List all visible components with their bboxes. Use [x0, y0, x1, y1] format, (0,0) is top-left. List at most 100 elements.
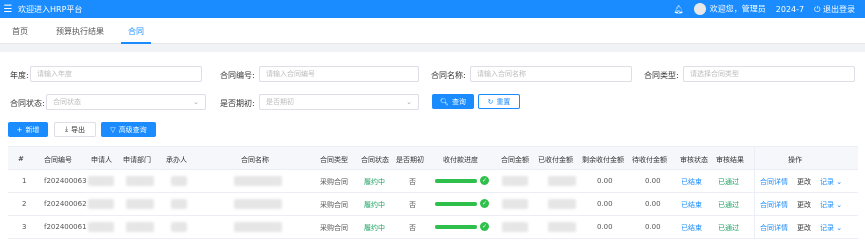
col-applicant: 申请人: [91, 156, 112, 164]
row-contract-no: f202400062: [44, 200, 87, 208]
col-contract-no: 合同编号: [44, 156, 72, 164]
redacted-paid: [548, 176, 576, 186]
row-contract-status: 履约中: [364, 201, 385, 209]
contract-detail-link[interactable]: 合同详情: [760, 223, 788, 233]
redacted-amount: [502, 199, 528, 209]
row-index: 2: [22, 200, 27, 208]
table-row: 2 f202400062 采购合同 履约中 否 ✓ 0.00 0.00 已结束 …: [8, 193, 858, 216]
add-button[interactable]: + 新增: [8, 122, 48, 137]
col-handler: 承办人: [166, 156, 187, 164]
row-contract-type: 采购合同: [320, 224, 348, 232]
avatar: [693, 3, 706, 15]
edit-link[interactable]: 更改: [797, 223, 811, 233]
row-pending: 0.00: [645, 200, 661, 208]
reset-label: 重置: [496, 97, 511, 106]
contract-type-select[interactable]: 请选择合同类型: [683, 66, 855, 82]
bell-icon[interactable]: 🔔︎: [674, 5, 684, 14]
is-initial-placeholder: 是否期初: [266, 98, 294, 106]
search-button[interactable]: 🔍︎ 查询: [432, 94, 474, 109]
progress-fill: [435, 202, 477, 206]
row-audit-result: 已通过: [718, 201, 739, 209]
export-label: 导出: [71, 125, 86, 134]
menu-icon[interactable]: ☰: [0, 4, 16, 15]
row-is-initial: 否: [409, 224, 416, 232]
column-divider: [754, 193, 755, 215]
row-audit-status: 已结束: [681, 201, 702, 209]
col-paid: 已收付金额: [538, 156, 573, 164]
tab-contract[interactable]: 合同: [128, 26, 144, 37]
edit-link[interactable]: 更改: [797, 200, 811, 210]
redacted-applicant: [88, 199, 114, 209]
contract-detail-link[interactable]: 合同详情: [760, 200, 788, 210]
refresh-icon: ↻: [487, 97, 494, 106]
reset-button[interactable]: ↻ 重置: [478, 94, 520, 109]
check-circle-icon: ✓: [480, 199, 489, 208]
column-divider: [754, 147, 755, 169]
col-department: 申请部门: [123, 156, 151, 164]
column-divider: [754, 170, 755, 192]
edit-link[interactable]: 更改: [797, 177, 811, 187]
redacted-paid: [548, 222, 576, 232]
row-audit-result: 已通过: [718, 224, 739, 232]
records-dropdown[interactable]: 记录 ⌄: [820, 177, 842, 187]
top-bar: ☰ 欢迎进入HRP平台 🔔︎ 欢迎您，管理员 2024-7 ⏻ 退出登录: [0, 0, 865, 18]
user-info[interactable]: 欢迎您，管理员: [693, 3, 766, 15]
row-remaining: 0.00: [597, 200, 613, 208]
redacted-department: [126, 176, 154, 186]
search-icon: 🔍︎: [440, 97, 449, 106]
contract-no-input[interactable]: 请输入合同编号: [259, 66, 419, 82]
redacted-paid: [548, 199, 576, 209]
year-input[interactable]: 请输入年度: [30, 66, 202, 82]
row-remaining: 0.00: [597, 223, 613, 231]
contract-detail-link[interactable]: 合同详情: [760, 177, 788, 187]
col-actions: 操作: [788, 156, 802, 164]
redacted-department: [126, 199, 154, 209]
contract-type-placeholder: 请选择合同类型: [690, 70, 739, 78]
top-bar-right: 🔔︎ 欢迎您，管理员 2024-7 ⏻ 退出登录: [674, 0, 855, 18]
records-dropdown[interactable]: 记录 ⌄: [820, 200, 842, 210]
redacted-contract-name: [234, 199, 282, 209]
chevron-down-icon: ⌄: [193, 98, 199, 106]
col-remaining: 剩余收付金额: [582, 156, 624, 164]
progress-bar: [435, 202, 477, 206]
table-row: 3 f202400061 采购合同 履约中 否 ✓ 0.00 0.00 已结束 …: [8, 216, 858, 239]
is-initial-label: 是否期初:: [220, 99, 255, 108]
tab-budget-result[interactable]: 预算执行结果: [56, 26, 104, 37]
tab-home[interactable]: 首页: [12, 26, 28, 37]
redacted-applicant: [88, 222, 114, 232]
row-audit-status: 已结束: [681, 224, 702, 232]
row-contract-no: f202400063: [44, 177, 87, 185]
progress-bar: [435, 225, 477, 229]
chevron-down-icon: ⌄: [836, 178, 843, 186]
contract-name-input[interactable]: 请输入合同名称: [470, 66, 632, 82]
year-label: 年度:: [10, 71, 29, 80]
filter-icon: ▽: [110, 125, 116, 134]
row-remaining: 0.00: [597, 177, 613, 185]
chevron-down-icon: ⌄: [406, 98, 412, 106]
row-pending: 0.00: [645, 177, 661, 185]
row-contract-status: 履约中: [364, 224, 385, 232]
active-tab-indicator: [121, 42, 151, 44]
col-is-initial: 是否期初: [396, 156, 424, 164]
redacted-handler: [171, 222, 187, 232]
column-divider: [754, 216, 755, 238]
plus-icon: +: [16, 125, 23, 134]
records-dropdown[interactable]: 记录 ⌄: [820, 223, 842, 233]
contract-status-label: 合同状态:: [10, 99, 45, 108]
redacted-applicant: [88, 176, 114, 186]
col-progress: 收付款进度: [443, 156, 478, 164]
col-contract-status: 合同状态: [361, 156, 389, 164]
col-contract-type: 合同类型: [320, 156, 348, 164]
redacted-contract-name: [234, 222, 282, 232]
redacted-amount: [502, 176, 528, 186]
check-circle-icon: ✓: [480, 222, 489, 231]
row-audit-status: 已结束: [681, 178, 702, 186]
contract-status-select[interactable]: 合同状态 ⌄: [46, 94, 206, 110]
logout-button[interactable]: ⏻ 退出登录: [814, 4, 855, 15]
row-contract-type: 采购合同: [320, 201, 348, 209]
export-button[interactable]: ⤓ 导出: [54, 122, 96, 137]
advanced-label: 高级查询: [118, 125, 147, 134]
tab-bar: 首页 预算执行结果 合同: [0, 18, 865, 44]
advanced-search-button[interactable]: ▽ 高级查询: [101, 122, 156, 137]
is-initial-select[interactable]: 是否期初 ⌄: [259, 94, 419, 110]
